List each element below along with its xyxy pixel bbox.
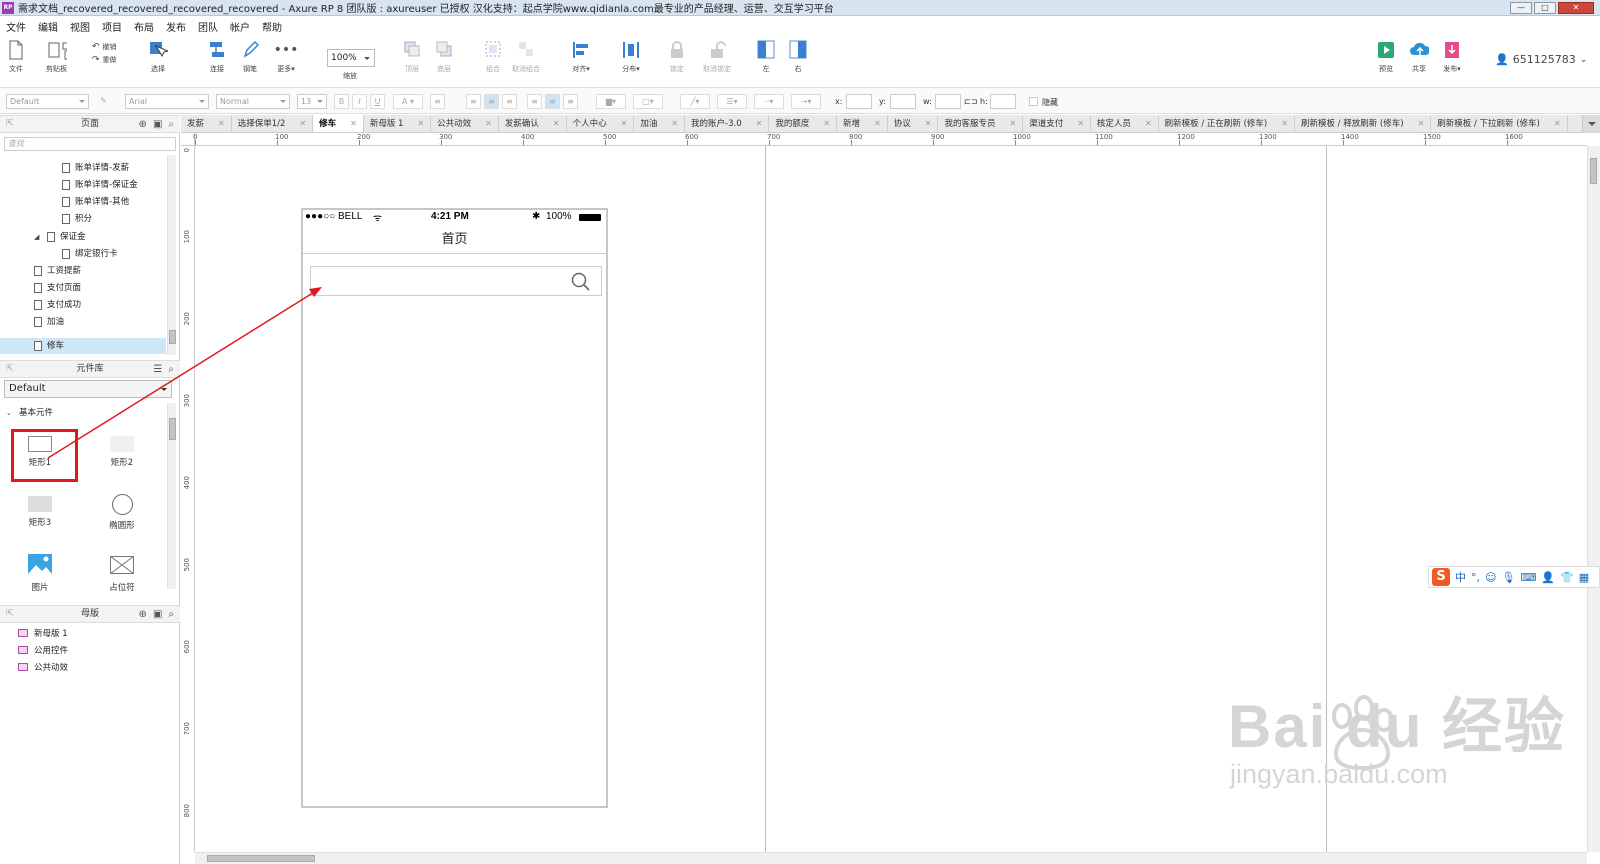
ime-mode[interactable]: 中 (1455, 569, 1466, 585)
microphone-icon[interactable]: 🎙 (1501, 571, 1515, 584)
ime-punct[interactable]: °, (1471, 571, 1480, 584)
emoji-icon[interactable]: ☺ (1485, 571, 1496, 584)
shirt-icon[interactable]: 👕 (1560, 571, 1574, 584)
user-icon[interactable]: 👤 (1541, 571, 1555, 584)
keyboard-icon[interactable]: ⌨ (1520, 571, 1536, 584)
watermark-main: Bai du 经验 (1228, 693, 1567, 760)
canvas-vscroll-thumb[interactable] (1590, 158, 1597, 184)
canvas-scroll-thumb[interactable] (207, 855, 315, 862)
sogou-icon: S (1432, 568, 1450, 586)
canvas-horizontal-scrollbar[interactable] (195, 852, 1587, 864)
canvas-vertical-scrollbar[interactable] (1587, 146, 1600, 852)
ime-toolbar[interactable]: S 中 °, ☺ 🎙 ⌨ 👤 👕 ▦ (1428, 566, 1600, 588)
watermark: Bai du 经验 jingyan.baidu.com (1228, 678, 1566, 790)
grid-icon[interactable]: ▦ (1579, 571, 1589, 584)
